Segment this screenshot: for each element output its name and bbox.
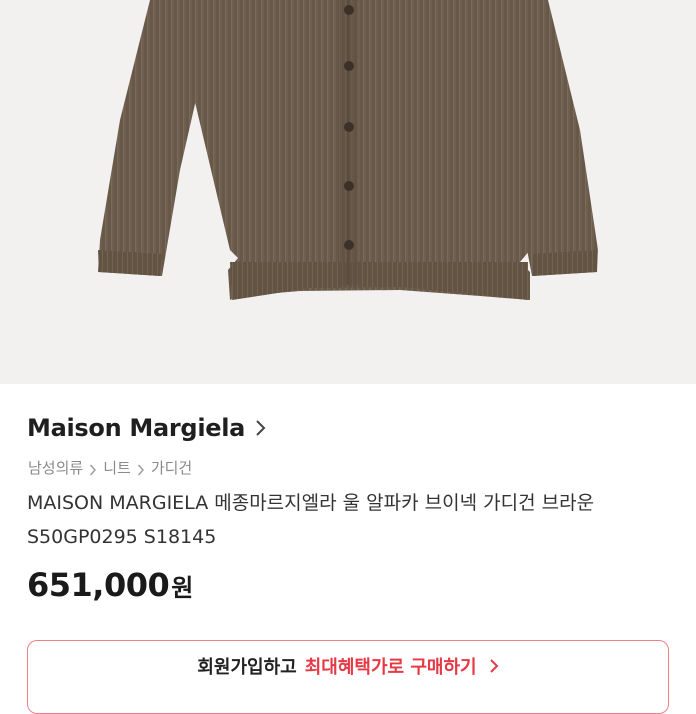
breadcrumb-item-type[interactable]: 가디건	[151, 457, 192, 478]
breadcrumb-item-subcategory[interactable]: 니트	[103, 457, 131, 478]
product-image[interactable]	[0, 0, 696, 384]
cardigan-illustration	[98, 0, 598, 300]
chevron-right-icon	[89, 462, 97, 475]
chevron-right-icon[interactable]	[255, 419, 267, 437]
product-info: Maison Margiela 남성의류 니트 가디건 MAISON MARGI…	[0, 384, 696, 714]
price-value: 651,000	[27, 566, 170, 604]
price: 651,000 원	[27, 566, 193, 604]
product-title: MAISON MARGIELA 메종마르지엘라 울 알파카 브이넥 가디건 브라…	[27, 492, 595, 548]
cta-text-signup: 회원가입하고	[197, 657, 297, 678]
chevron-right-icon	[489, 658, 499, 674]
chevron-right-icon	[137, 462, 145, 475]
price-unit: 원	[171, 574, 194, 602]
breadcrumb: 남성의류 니트 가디건	[28, 457, 192, 478]
cta-text-benefit: 최대혜택가로 구매하기	[304, 657, 477, 678]
brand-name[interactable]: Maison Margiela	[27, 414, 245, 442]
brand-link[interactable]: Maison Margiela	[27, 414, 267, 442]
signup-purchase-button[interactable]: 회원가입하고 최대혜택가로 구매하기	[27, 640, 669, 714]
breadcrumb-item-category[interactable]: 남성의류	[28, 457, 83, 478]
